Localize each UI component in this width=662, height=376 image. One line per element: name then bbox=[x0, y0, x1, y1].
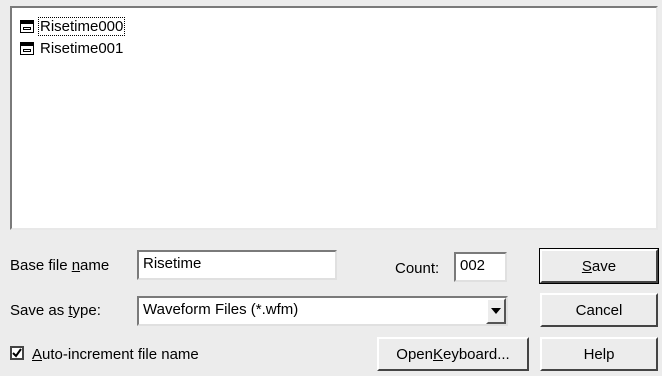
waveform-file-icon bbox=[20, 41, 34, 55]
save-as-type-select[interactable]: Waveform Files (*.wfm) bbox=[137, 296, 508, 326]
auto-increment-checkbox[interactable] bbox=[10, 346, 24, 360]
auto-increment-label[interactable]: Auto-increment file name bbox=[32, 346, 199, 363]
list-item[interactable]: Risetime001 bbox=[20, 38, 124, 58]
help-button[interactable]: Help bbox=[540, 337, 658, 371]
checkmark-icon bbox=[12, 348, 22, 358]
save-button[interactable]: Save bbox=[539, 248, 659, 284]
waveform-file-icon bbox=[20, 19, 34, 33]
file-name: Risetime001 bbox=[40, 39, 124, 57]
save-as-type-label: Save as type: bbox=[10, 302, 101, 319]
base-file-name-label: Base file name bbox=[10, 257, 110, 274]
list-item[interactable]: Risetime000 bbox=[20, 16, 126, 36]
dropdown-button[interactable] bbox=[486, 298, 506, 324]
file-list[interactable]: Risetime000 Risetime001 bbox=[10, 6, 658, 230]
file-name: Risetime000 bbox=[37, 16, 126, 36]
open-keyboard-button[interactable]: Open Keyboard... bbox=[377, 337, 529, 371]
cancel-button[interactable]: Cancel bbox=[540, 293, 658, 327]
count-label: Count: bbox=[395, 260, 440, 277]
save-as-type-value: Waveform Files (*.wfm) bbox=[143, 301, 299, 318]
base-file-name-input[interactable]: Risetime bbox=[137, 250, 337, 280]
count-input[interactable]: 002 bbox=[454, 252, 507, 282]
chevron-down-icon bbox=[491, 308, 501, 314]
